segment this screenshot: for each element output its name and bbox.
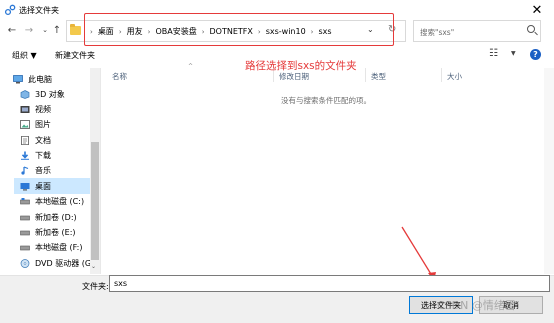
folder-name-value[interactable]: sxs xyxy=(114,279,127,288)
sidebar-item-label: 新加卷 (E:) xyxy=(35,227,76,237)
drive-icon xyxy=(20,245,30,250)
folder-label: 文件夹: xyxy=(82,282,109,291)
sidebar-item-desktop[interactable]: 桌面 xyxy=(14,178,90,194)
app-icon xyxy=(4,4,16,16)
video-icon xyxy=(20,105,30,113)
drive-icon xyxy=(20,230,30,235)
document-icon xyxy=(21,135,29,145)
cube-icon xyxy=(20,89,30,99)
empty-message: 没有与搜索条件匹配的项。 xyxy=(281,96,371,105)
picture-icon xyxy=(20,119,30,129)
download-icon xyxy=(21,151,29,160)
navigation-pane[interactable]: 此电脑 3D 对象 视频 图片 文档 下载 音乐 桌面 本地磁盘 (C:) 新加… xyxy=(0,68,101,274)
organize-button[interactable]: 组织 ▼ xyxy=(12,50,37,61)
forward-button[interactable]: → xyxy=(22,23,36,37)
content-scrollbar[interactable] xyxy=(544,68,554,274)
highlight-box xyxy=(84,13,394,46)
search-placeholder: 搜索"sxs" xyxy=(420,28,455,37)
drive-icon xyxy=(20,197,30,204)
view-options-icon[interactable]: ☷ xyxy=(489,48,498,59)
new-folder-button[interactable]: 新建文件夹 xyxy=(55,50,95,61)
sidebar-item-label: 文档 xyxy=(35,135,51,145)
up-button[interactable]: ↑ xyxy=(50,23,64,37)
column-divider[interactable] xyxy=(365,68,366,82)
watermark: CSDN @情绪雪 xyxy=(437,299,516,312)
sidebar-item-label: 视频 xyxy=(35,104,51,114)
folder-icon xyxy=(70,24,81,35)
sidebar-item-label: 3D 对象 xyxy=(35,89,65,99)
sidebar-item-label: 本地磁盘 (C:) xyxy=(35,196,85,206)
sidebar-item-label: 桌面 xyxy=(35,181,51,191)
sidebar-scrollbar-thumb[interactable] xyxy=(91,142,99,260)
back-button[interactable]: ← xyxy=(5,23,19,37)
sort-caret-icon: ^ xyxy=(188,63,194,70)
dvd-icon xyxy=(20,258,30,268)
drive-icon xyxy=(20,215,30,220)
close-button[interactable]: ✕ xyxy=(520,0,554,20)
scroll-down-icon[interactable]: ⌄ xyxy=(91,263,96,270)
column-divider[interactable] xyxy=(441,68,442,82)
help-icon[interactable]: ? xyxy=(530,49,541,60)
music-icon xyxy=(21,165,29,175)
column-header-type[interactable]: 类型 xyxy=(371,71,386,82)
column-header-size[interactable]: 大小 xyxy=(447,71,462,82)
column-header-name[interactable]: 名称 xyxy=(112,71,127,82)
view-dropdown-icon[interactable]: ▼ xyxy=(511,50,516,57)
sidebar-item-label: DVD 驱动器 (G: xyxy=(35,258,94,268)
sidebar-item-label: 此电脑 xyxy=(28,74,52,84)
sidebar-item-label: 下载 xyxy=(35,150,51,160)
sidebar-item-label: 新加卷 (D:) xyxy=(35,212,77,222)
sidebar-item-label: 本地磁盘 (F:) xyxy=(35,242,83,252)
sidebar-item-label: 音乐 xyxy=(35,165,51,175)
folder-name-input[interactable] xyxy=(109,275,550,292)
annotation-text: 路径选择到sxs的文件夹 xyxy=(245,60,357,72)
window-title: 选择文件夹 xyxy=(19,6,59,15)
desktop-icon xyxy=(20,182,30,190)
search-icon[interactable] xyxy=(527,25,535,33)
sidebar-item-label: 图片 xyxy=(35,119,51,129)
computer-icon xyxy=(13,74,23,83)
